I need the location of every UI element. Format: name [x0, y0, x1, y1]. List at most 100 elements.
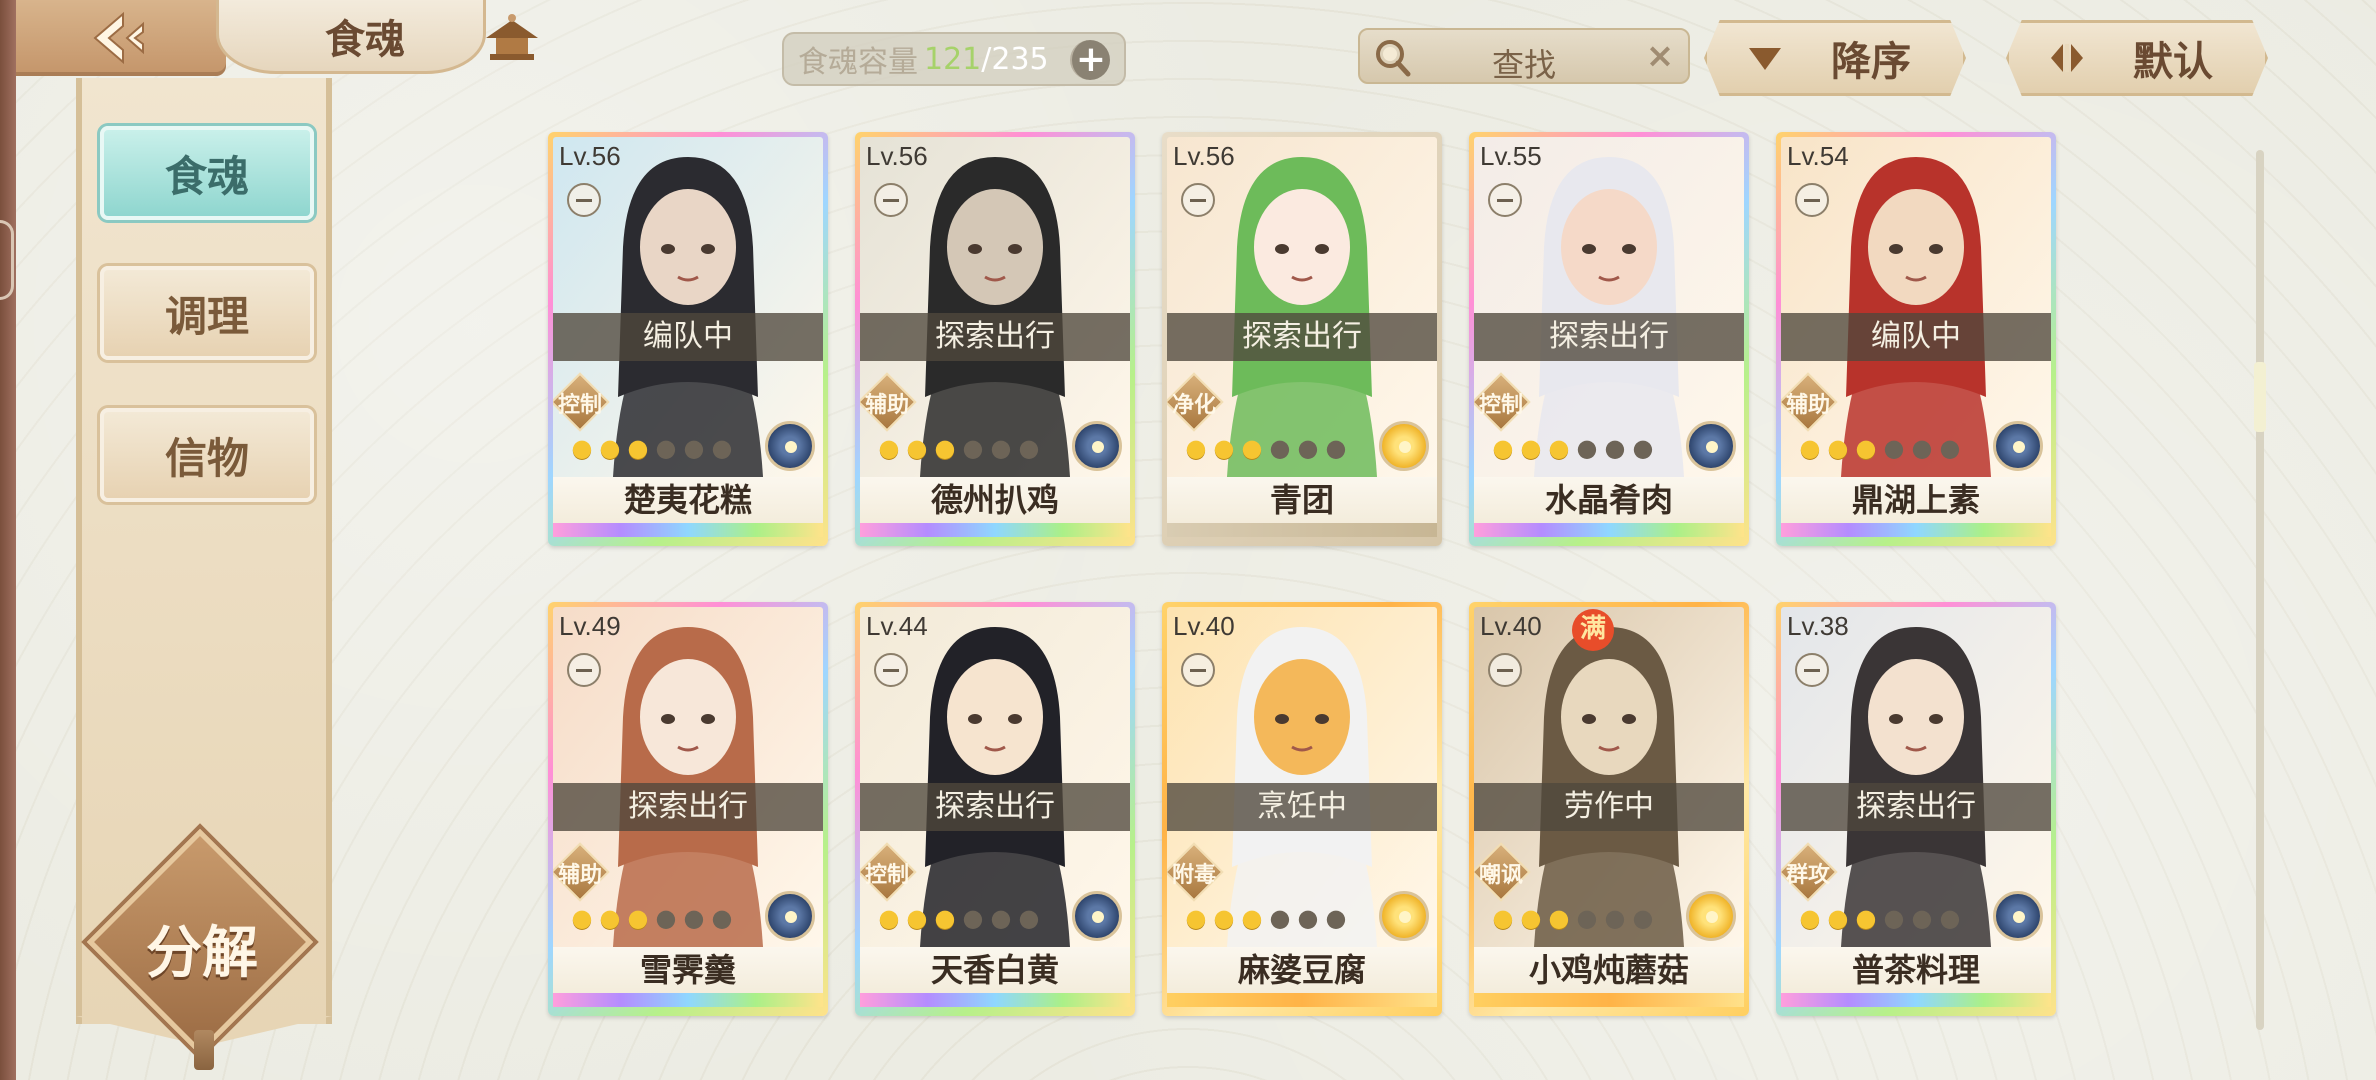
element-icon	[1686, 421, 1736, 471]
element-icon	[1379, 421, 1429, 471]
lock-toggle-icon[interactable]	[1488, 653, 1522, 687]
element-core	[785, 911, 797, 923]
card-name: 小鸡炖蘑菇	[1528, 951, 1689, 989]
capacity-current: 121	[924, 41, 982, 77]
role-badge: 嘲讽	[1474, 842, 1531, 902]
scrollbar-track[interactable]	[2256, 150, 2264, 1030]
card-level: Lv.54	[1787, 141, 1849, 171]
back-button[interactable]	[16, 0, 226, 76]
character-card[interactable]: Lv.56 编队中 控制 ● ● ● ● ● ● 楚夷花糕	[548, 132, 828, 546]
star-icon: ●	[1297, 904, 1319, 932]
lock-toggle-icon[interactable]	[874, 183, 908, 217]
lock-toggle-icon[interactable]	[567, 653, 601, 687]
card-name-strip: 德州扒鸡	[860, 477, 1130, 537]
search-box[interactable]: 查找 ×	[1358, 28, 1690, 84]
star-icon: ●	[1911, 434, 1933, 462]
card-status: 探索出行	[860, 313, 1130, 361]
card-status: 编队中	[553, 313, 823, 361]
star-icon: ●	[1939, 434, 1961, 462]
search-input[interactable]: 查找	[1360, 40, 1688, 86]
element-core	[1706, 441, 1718, 453]
tab-tiaoli[interactable]: 调理	[100, 266, 314, 360]
clear-icon[interactable]: ×	[1642, 38, 1678, 74]
character-card[interactable]: Lv.40 烹饪中 附毒 ● ● ● ● ● ● 麻婆豆腐	[1162, 602, 1442, 1016]
card-name-strip: 楚夷花糕	[553, 477, 823, 537]
pavilion-icon[interactable]	[482, 12, 542, 66]
star-icon: ●	[1827, 434, 1849, 462]
star-icon: ●	[683, 904, 705, 932]
star-icon: ●	[1241, 434, 1263, 462]
lock-toggle-icon[interactable]	[1181, 653, 1215, 687]
star-icon: ●	[627, 904, 649, 932]
lock-toggle-icon[interactable]	[1181, 183, 1215, 217]
star-icon: ●	[1325, 904, 1347, 932]
card-status: 探索出行	[860, 783, 1130, 831]
lock-toggle-icon[interactable]	[567, 183, 601, 217]
sort-mode-button[interactable]: 默认	[2006, 20, 2268, 96]
card-level: Lv.44	[866, 611, 928, 641]
role-label: 辅助	[557, 863, 602, 888]
character-card[interactable]: Lv.40 满劳作中 嘲讽 ● ● ● ● ● ● 小鸡炖蘑菇	[1469, 602, 1749, 1016]
page-title: 食魂	[325, 15, 405, 63]
tab-shihun[interactable]: 食魂	[100, 126, 314, 220]
star-icon: ●	[1018, 904, 1040, 932]
role-badge: 群攻	[1781, 842, 1838, 902]
role-badge: 辅助	[860, 372, 917, 432]
star-icon: ●	[1213, 434, 1235, 462]
card-inner: Lv.56 探索出行 辅助 ● ● ● ● ● ● 德州扒鸡	[860, 137, 1130, 541]
lock-toggle-icon[interactable]	[1795, 183, 1829, 217]
sort-order-button[interactable]: 降序	[1704, 20, 1966, 96]
card-inner: Lv.44 探索出行 控制 ● ● ● ● ● ● 天香白黄	[860, 607, 1130, 1011]
card-name-strip: 雪霁羹	[553, 947, 823, 1007]
scrollbar-thumb[interactable]	[2254, 362, 2266, 432]
element-icon	[765, 421, 815, 471]
full-badge: 满	[1572, 609, 1614, 651]
star-icon: ●	[1911, 904, 1933, 932]
card-name-strip: 鼎湖上素	[1781, 477, 2051, 537]
card-name: 普茶料理	[1851, 951, 1980, 989]
star-icon: ●	[1325, 434, 1347, 462]
star-icon: ●	[1492, 434, 1514, 462]
character-card[interactable]: Lv.56 探索出行 辅助 ● ● ● ● ● ● 德州扒鸡	[855, 132, 1135, 546]
card-inner: Lv.54 编队中 辅助 ● ● ● ● ● ● 鼎湖上素	[1781, 137, 2051, 541]
role-label: 净化	[1171, 393, 1216, 418]
rarity-strip	[553, 523, 823, 537]
star-icon: ●	[1799, 434, 1821, 462]
card-name-strip: 小鸡炖蘑菇	[1474, 947, 1744, 1007]
lock-toggle-icon[interactable]	[1795, 653, 1829, 687]
star-icon: ●	[683, 434, 705, 462]
tassel-ornament	[194, 1030, 214, 1070]
star-rating: ● ● ● ● ● ●	[1183, 903, 1349, 933]
character-card[interactable]: Lv.55 探索出行 控制 ● ● ● ● ● ● 水晶肴肉	[1469, 132, 1749, 546]
capacity-add-button[interactable]: +	[1070, 40, 1110, 80]
star-icon: ●	[1297, 434, 1319, 462]
character-card[interactable]: Lv.49 探索出行 辅助 ● ● ● ● ● ● 雪霁羹	[548, 602, 828, 1016]
tab-xinwu[interactable]: 信物	[100, 408, 314, 502]
character-card[interactable]: Lv.38 探索出行 群攻 ● ● ● ● ● ● 普茶料理	[1776, 602, 2056, 1016]
star-icon: ●	[1632, 904, 1654, 932]
star-icon: ●	[1883, 434, 1905, 462]
element-icon	[1993, 421, 2043, 471]
star-icon: ●	[571, 904, 593, 932]
star-icon: ●	[962, 904, 984, 932]
decompose-label[interactable]: 分解	[112, 908, 292, 989]
lock-toggle-icon[interactable]	[1488, 183, 1522, 217]
element-core	[1706, 911, 1718, 923]
title-plaque: 食魂	[16, 0, 538, 76]
star-icon: ●	[878, 904, 900, 932]
capacity-label: 食魂容量	[798, 45, 918, 80]
role-badge: 附毒	[1167, 842, 1224, 902]
star-icon: ●	[1269, 434, 1291, 462]
star-icon: ●	[1855, 434, 1877, 462]
role-label: 群攻	[1785, 863, 1830, 888]
left-edge-handle[interactable]	[0, 220, 14, 300]
element-core	[785, 441, 797, 453]
character-card[interactable]: Lv.56 探索出行 净化 ● ● ● ● ● ● 青团	[1162, 132, 1442, 546]
left-edge-frame	[0, 0, 16, 1080]
character-card[interactable]: Lv.44 探索出行 控制 ● ● ● ● ● ● 天香白黄	[855, 602, 1135, 1016]
lock-toggle-icon[interactable]	[874, 653, 908, 687]
star-rating: ● ● ● ● ● ●	[1490, 903, 1656, 933]
character-card[interactable]: Lv.54 编队中 辅助 ● ● ● ● ● ● 鼎湖上素	[1776, 132, 2056, 546]
rarity-strip	[1474, 993, 1744, 1007]
card-level: Lv.49	[559, 611, 621, 641]
